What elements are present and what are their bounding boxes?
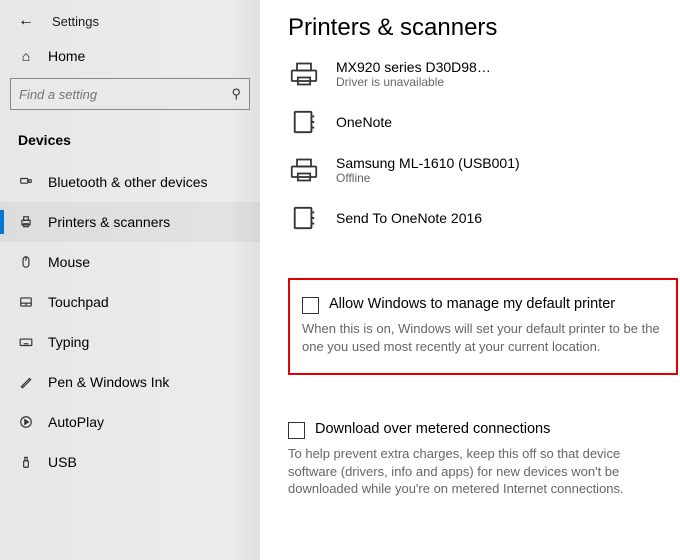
metered-check[interactable]: Download over metered connections — [288, 421, 668, 439]
pen-icon — [18, 375, 34, 389]
main-panel: Printers & scanners MX920 series D30D98…… — [260, 0, 680, 560]
default-printer-desc: When this is on, Windows will set your d… — [302, 320, 664, 355]
checkbox-icon[interactable] — [302, 297, 319, 314]
metered-desc: To help prevent extra charges, keep this… — [288, 445, 668, 498]
sidebar-item-label: AutoPlay — [48, 414, 104, 430]
default-printer-label: Allow Windows to manage my default print… — [329, 296, 615, 312]
search-container: ⚲ — [0, 74, 260, 122]
search-input[interactable] — [19, 87, 231, 102]
device-name: Samsung ML-1610 (USB001) — [336, 155, 520, 171]
sidebar-item-label: Mouse — [48, 254, 90, 270]
home-label: Home — [48, 48, 85, 64]
printer-device-icon — [288, 154, 320, 186]
sidebar-item-label: Bluetooth & other devices — [48, 174, 208, 190]
sidebar-item-typing[interactable]: Typing — [0, 322, 260, 362]
device-status: Driver is unavailable — [336, 75, 491, 89]
sidebar-item-label: USB — [48, 454, 77, 470]
sidebar-item-label: Touchpad — [48, 294, 109, 310]
sidebar-header: ← Settings — [0, 0, 260, 38]
metered-section: Download over metered connections To hel… — [288, 421, 668, 498]
sidebar-item-touchpad[interactable]: Touchpad — [0, 282, 260, 322]
page-title: Printers & scanners — [288, 14, 668, 42]
device-name: MX920 series D30D98… — [336, 59, 491, 75]
device-text: MX920 series D30D98… Driver is unavailab… — [336, 59, 491, 89]
back-icon[interactable]: ← — [18, 12, 34, 30]
search-icon: ⚲ — [231, 86, 241, 102]
device-row[interactable]: Samsung ML-1610 (USB001) Offline — [288, 146, 668, 194]
sidebar-item-label: Pen & Windows Ink — [48, 374, 169, 390]
default-printer-section: Allow Windows to manage my default print… — [288, 278, 678, 375]
mouse-icon — [18, 255, 34, 269]
sidebar-item-label: Printers & scanners — [48, 214, 170, 230]
device-text: Send To OneNote 2016 — [336, 210, 482, 226]
home-icon: ⌂ — [18, 48, 34, 64]
keyboard-icon — [18, 335, 34, 349]
device-row[interactable]: MX920 series D30D98… Driver is unavailab… — [288, 50, 668, 98]
category-label: Devices — [0, 122, 260, 162]
device-status: Offline — [336, 171, 520, 185]
search-box[interactable]: ⚲ — [10, 78, 250, 110]
printer-device-icon — [288, 58, 320, 90]
sidebar-item-printers[interactable]: Printers & scanners — [0, 202, 260, 242]
app-title: Settings — [52, 14, 99, 29]
metered-label: Download over metered connections — [315, 421, 550, 437]
printer-icon — [18, 215, 34, 229]
sidebar-item-mouse[interactable]: Mouse — [0, 242, 260, 282]
settings-sidebar: ← Settings ⌂ Home ⚲ Devices Bluetooth & … — [0, 0, 260, 560]
device-name: Send To OneNote 2016 — [336, 210, 482, 226]
autoplay-icon — [18, 415, 34, 429]
home-nav[interactable]: ⌂ Home — [0, 38, 260, 74]
device-row[interactable]: OneNote — [288, 98, 668, 146]
touchpad-icon — [18, 295, 34, 309]
usb-icon — [18, 455, 34, 469]
sidebar-item-autoplay[interactable]: AutoPlay — [0, 402, 260, 442]
nav-list: Bluetooth & other devices Printers & sca… — [0, 162, 260, 482]
sidebar-item-pen[interactable]: Pen & Windows Ink — [0, 362, 260, 402]
onenote-icon — [288, 106, 320, 138]
default-printer-check[interactable]: Allow Windows to manage my default print… — [302, 296, 664, 314]
device-text: OneNote — [336, 114, 392, 130]
sidebar-item-usb[interactable]: USB — [0, 442, 260, 482]
checkbox-icon[interactable] — [288, 422, 305, 439]
bluetooth-icon — [18, 175, 34, 189]
device-row[interactable]: Send To OneNote 2016 — [288, 194, 668, 242]
device-text: Samsung ML-1610 (USB001) Offline — [336, 155, 520, 185]
sidebar-item-label: Typing — [48, 334, 89, 350]
onenote-icon — [288, 202, 320, 234]
device-name: OneNote — [336, 114, 392, 130]
sidebar-item-bluetooth[interactable]: Bluetooth & other devices — [0, 162, 260, 202]
